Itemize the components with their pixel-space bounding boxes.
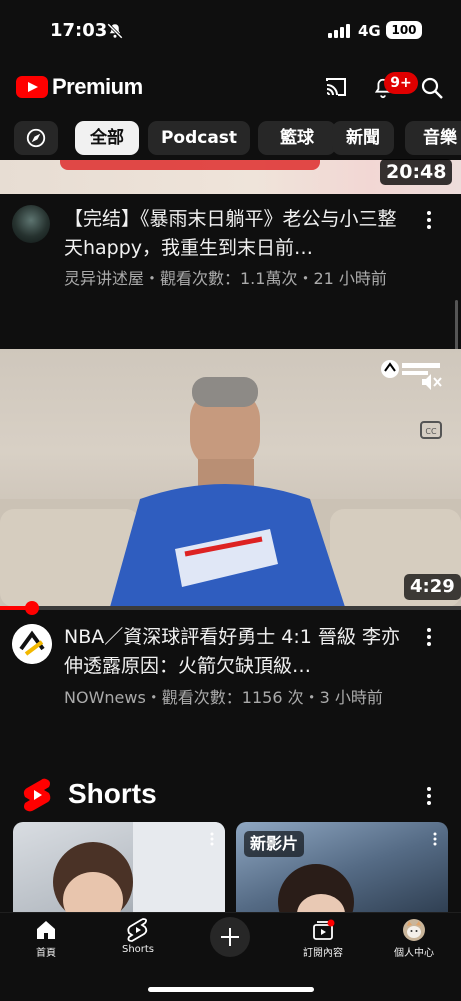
player-frame: [0, 377, 461, 607]
video-player[interactable]: [0, 349, 461, 607]
svg-text:CC: CC: [425, 427, 437, 436]
chip-all[interactable]: 全部: [75, 121, 139, 155]
more-options-icon[interactable]: [425, 786, 433, 806]
cast-icon[interactable]: [324, 76, 348, 98]
nav-label: Shorts: [121, 944, 155, 955]
bell-muted-icon: [107, 23, 123, 39]
video-duration: 4:29: [404, 574, 461, 600]
home-icon: [37, 921, 55, 939]
notification-badge: 9+: [384, 72, 418, 94]
network-type: 4G: [358, 22, 381, 40]
more-options-icon[interactable]: [432, 832, 438, 846]
video-duration: 20:48: [380, 159, 453, 185]
signal-icon: [328, 24, 350, 38]
nav-subscriptions[interactable]: 訂閱內容: [283, 918, 363, 959]
nav-shorts[interactable]: Shorts: [98, 918, 178, 955]
search-icon[interactable]: [420, 76, 444, 100]
shorts-section-title: Shorts: [68, 778, 157, 809]
explore-chip[interactable]: [14, 121, 58, 155]
nav-label: 訂閱內容: [303, 948, 343, 959]
more-options-icon[interactable]: [425, 210, 433, 230]
chip-music[interactable]: 音樂: [405, 121, 461, 155]
channel-avatar[interactable]: [12, 624, 52, 664]
chip-news[interactable]: 新聞: [332, 121, 394, 155]
video-meta: NOWnews・觀看次數：1156 次・3 小時前: [64, 688, 383, 707]
short-thumbnail: [53, 822, 225, 922]
nav-label: 首頁: [36, 948, 56, 959]
video-meta: 灵异讲述屋・觀看次數：1.1萬次・21 小時前: [64, 269, 387, 288]
nav-home[interactable]: 首頁: [6, 918, 86, 959]
subscriptions-icon: [313, 919, 335, 940]
chip-podcast[interactable]: Podcast: [148, 121, 250, 155]
new-video-badge: 新影片: [244, 831, 305, 857]
youtube-logo-icon[interactable]: [16, 76, 48, 98]
more-options-icon[interactable]: [425, 627, 433, 647]
nav-label: 個人中心: [394, 948, 434, 959]
create-icon: [221, 928, 239, 946]
create-button[interactable]: [210, 917, 250, 957]
avatar-icon: [403, 919, 425, 941]
video-title[interactable]: 【完结】《暴雨末日躺平》老公与小三整天happy，我重生到末日前…: [64, 205, 409, 263]
shorts-logo-icon: [23, 778, 51, 812]
status-time: 17:03: [50, 20, 108, 41]
thumbnail-art: [60, 160, 320, 170]
video-title[interactable]: NBA／資深球評看好勇士 4:1 晉級 李亦伸透露原因：火箭欠缺頂級…: [64, 623, 409, 681]
brand-label: Premium: [52, 74, 143, 99]
battery-icon: 100: [386, 21, 422, 39]
channel-avatar[interactable]: [12, 205, 50, 243]
compass-icon: [26, 128, 46, 148]
more-options-icon[interactable]: [209, 832, 215, 846]
mute-icon[interactable]: [420, 372, 442, 392]
chip-basketball[interactable]: 籃球: [258, 121, 336, 155]
shorts-icon: [127, 918, 148, 942]
captions-icon[interactable]: CC: [420, 421, 442, 439]
nav-you[interactable]: 個人中心: [374, 918, 454, 959]
progress-bar-track[interactable]: [0, 606, 461, 610]
progress-scrubber[interactable]: [25, 601, 40, 615]
nownews-logo-icon: [12, 624, 52, 664]
short-card[interactable]: [13, 822, 225, 922]
home-indicator[interactable]: [148, 987, 314, 992]
